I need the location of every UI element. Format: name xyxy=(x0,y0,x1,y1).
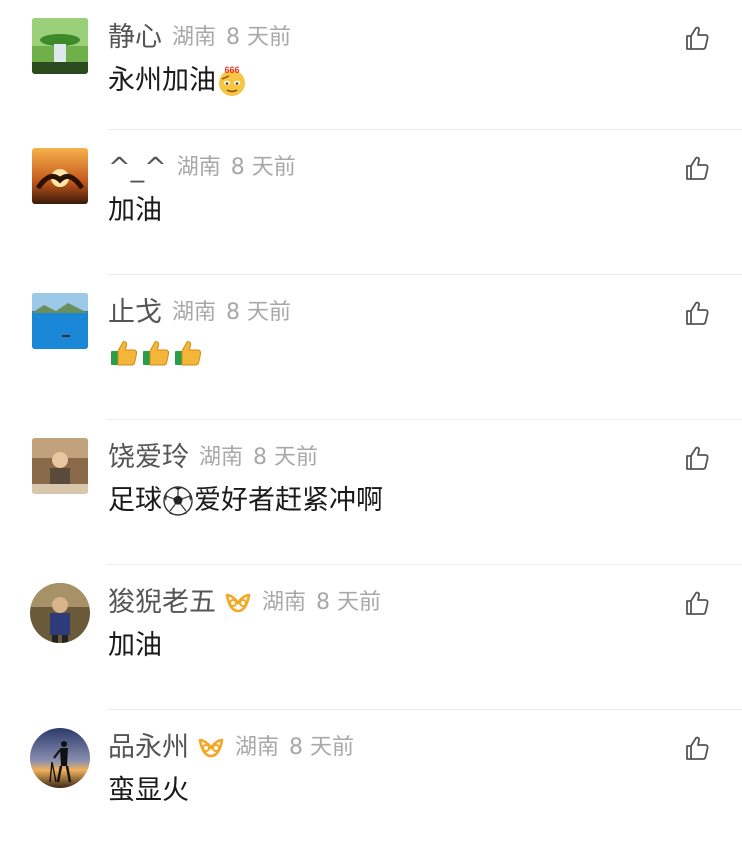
comment-item: 品永州 湖南 8 天前 蛮显火 xyxy=(0,710,742,855)
like-button[interactable] xyxy=(683,444,711,472)
comment-text: 加油 xyxy=(108,630,162,661)
location: 湖南 xyxy=(172,300,217,325)
thumbs-up-outline-icon xyxy=(686,446,709,470)
like-button[interactable] xyxy=(683,154,711,182)
avatar[interactable] xyxy=(30,728,90,788)
username[interactable]: 饶爱玲 xyxy=(108,440,189,476)
timestamp: 8 天前 xyxy=(253,445,319,470)
like-button[interactable] xyxy=(683,299,711,327)
timestamp: 8 天前 xyxy=(226,25,292,50)
thumbs-up-outline-icon xyxy=(686,591,709,615)
timestamp: 8 天前 xyxy=(289,735,355,760)
vip-badge-icon xyxy=(197,737,225,759)
avatar[interactable] xyxy=(32,293,88,349)
comment-content: 加油 xyxy=(108,627,162,665)
thumbs-up-outline-icon xyxy=(686,736,709,760)
comment-item: 止戈 湖南 8 天前 xyxy=(0,275,742,420)
comment-item: 饶爱玲 湖南 8 天前 足球 爱好者赶紧冲啊 xyxy=(0,420,742,565)
thumbs-up-outline-icon xyxy=(686,26,709,50)
comment-item: ^_^ 湖南 8 天前 加油 xyxy=(0,130,742,275)
comment-text: 足球 xyxy=(108,485,162,516)
location: 湖南 xyxy=(199,445,244,470)
svg-text:666: 666 xyxy=(224,65,239,75)
comment-text: 蛮显火 xyxy=(108,775,189,806)
thumbs-up-emoji-icon xyxy=(108,337,140,369)
location: 湖南 xyxy=(235,735,280,760)
thumbs-up-outline-icon xyxy=(686,156,709,180)
soccer-ball-emoji-icon xyxy=(162,485,194,517)
avatar[interactable] xyxy=(32,148,88,204)
comment-item: 狻猊老五 湖南 8 天前 加油 xyxy=(0,565,742,710)
avatar[interactable] xyxy=(30,583,90,643)
666-emoji-icon: 666 xyxy=(216,65,248,97)
comment-content: 永州加油 666 xyxy=(108,62,248,100)
avatar[interactable] xyxy=(32,18,88,74)
comment-meta: ^_^ 湖南 8 天前 xyxy=(108,150,296,186)
username[interactable]: ^_^ xyxy=(108,150,167,186)
username[interactable]: 品永州 xyxy=(108,730,189,766)
comment-meta: 品永州 湖南 8 天前 xyxy=(108,730,354,766)
like-button[interactable] xyxy=(683,589,711,617)
comment-text: 爱好者赶紧冲啊 xyxy=(194,485,383,516)
thumbs-up-emoji-icon xyxy=(172,337,204,369)
comment-meta: 止戈 湖南 8 天前 xyxy=(108,295,291,331)
location: 湖南 xyxy=(262,590,307,615)
location: 湖南 xyxy=(172,25,217,50)
comment-text: 加油 xyxy=(108,195,162,226)
vip-badge-icon xyxy=(224,592,252,614)
avatar[interactable] xyxy=(32,438,88,494)
username[interactable]: 狻猊老五 xyxy=(108,585,216,621)
comment-content: 加油 xyxy=(108,192,162,230)
comment-item: 静心 湖南 8 天前 永州加油 666 xyxy=(0,0,742,130)
comment-content: 足球 爱好者赶紧冲啊 xyxy=(108,482,383,520)
comment-list: 静心 湖南 8 天前 永州加油 666 ^_^ 湖南 8 天前 加油 止戈 湖南… xyxy=(0,0,742,855)
like-button[interactable] xyxy=(683,24,711,52)
username[interactable]: 止戈 xyxy=(108,295,162,331)
location: 湖南 xyxy=(176,155,221,180)
thumbs-up-emoji-icon xyxy=(140,337,172,369)
username[interactable]: 静心 xyxy=(108,20,162,56)
comment-meta: 狻猊老五 湖南 8 天前 xyxy=(108,585,381,621)
timestamp: 8 天前 xyxy=(226,300,292,325)
comment-meta: 静心 湖南 8 天前 xyxy=(108,20,291,56)
comment-meta: 饶爱玲 湖南 8 天前 xyxy=(108,440,318,476)
timestamp: 8 天前 xyxy=(316,590,382,615)
like-button[interactable] xyxy=(683,734,711,762)
timestamp: 8 天前 xyxy=(230,155,296,180)
thumbs-up-outline-icon xyxy=(686,301,709,325)
comment-text: 永州加油 xyxy=(108,65,216,96)
comment-content: 蛮显火 xyxy=(108,772,189,810)
comment-content xyxy=(108,337,204,369)
